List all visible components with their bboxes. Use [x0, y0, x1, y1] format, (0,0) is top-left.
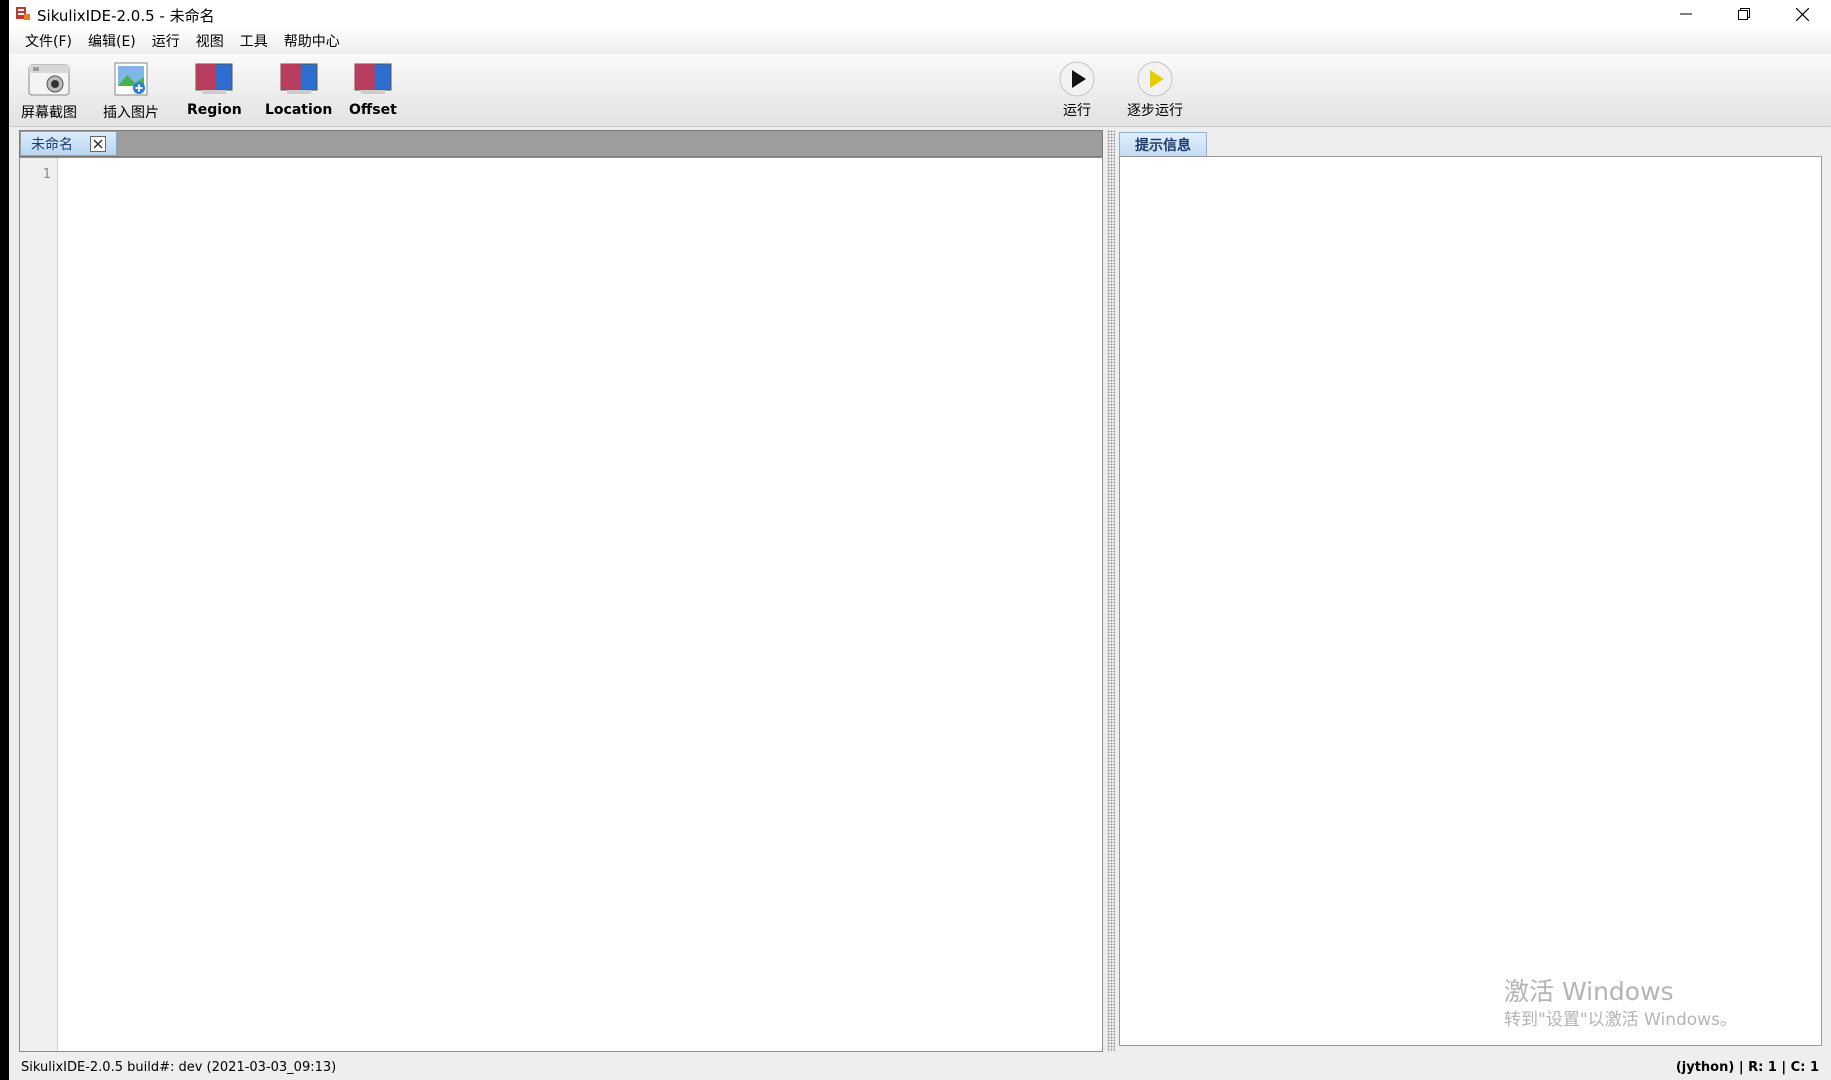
- status-build-info: SikulixIDE-2.0.5 build#: dev (2021-03-03…: [21, 1060, 337, 1075]
- insert-image-button[interactable]: 插入图片: [103, 60, 159, 122]
- location-button[interactable]: Location: [265, 60, 332, 118]
- window-title: SikulixIDE-2.0.5 - 未命名: [37, 7, 215, 25]
- toolbar: 屏幕截图 插入图片 Region Location Offset 运行 逐步运行: [9, 54, 1831, 127]
- menu-edit[interactable]: 编辑(E): [80, 29, 144, 53]
- menu-run[interactable]: 运行: [144, 29, 188, 53]
- editor-pane: 未命名 1: [19, 130, 1103, 1052]
- code-text-area[interactable]: [58, 158, 1102, 1051]
- insert-image-icon: [114, 62, 148, 96]
- menu-bar: 文件(F) 编辑(E) 运行 视图 工具 帮助中心: [9, 28, 1831, 54]
- offset-label: Offset: [349, 102, 397, 118]
- sikulix-ide-window: SikulixIDE-2.0.5 - 未命名 文件(F) 编辑(E) 运行 视图…: [9, 0, 1831, 1080]
- camera-icon: [28, 64, 70, 96]
- close-icon: [93, 139, 103, 149]
- step-play-icon: [1137, 61, 1173, 97]
- screenshot-label: 屏幕截图: [21, 105, 77, 121]
- minimize-icon: [1680, 13, 1692, 15]
- tab-messages[interactable]: 提示信息: [1119, 132, 1207, 156]
- restore-button[interactable]: [1715, 0, 1773, 28]
- message-pane: 提示信息: [1119, 132, 1822, 1046]
- status-cursor-position: (jython) | R: 1 | C: 1: [1675, 1060, 1819, 1075]
- play-icon: [1059, 61, 1095, 97]
- insert-image-label: 插入图片: [103, 105, 159, 121]
- code-editor[interactable]: 1: [19, 157, 1103, 1052]
- screenshot-button[interactable]: 屏幕截图: [21, 60, 77, 122]
- editor-tab-untitled[interactable]: 未命名: [21, 132, 117, 155]
- close-button[interactable]: [1773, 0, 1831, 28]
- minimize-button[interactable]: [1657, 0, 1715, 28]
- region-icon: [195, 63, 233, 94]
- region-label: Region: [187, 102, 242, 118]
- message-area[interactable]: [1119, 156, 1822, 1046]
- title-bar: SikulixIDE-2.0.5 - 未命名: [9, 0, 1831, 28]
- menu-tools[interactable]: 工具: [232, 29, 276, 53]
- status-bar: SikulixIDE-2.0.5 build#: dev (2021-03-03…: [9, 1056, 1831, 1080]
- step-run-button[interactable]: 逐步运行: [1127, 60, 1183, 120]
- tab-close-button[interactable]: [90, 136, 106, 152]
- offset-icon: [354, 63, 392, 94]
- sikulix-app-icon: [16, 7, 30, 20]
- editor-tab-label: 未命名: [31, 136, 73, 153]
- activation-watermark-title: 激活 Windows: [1504, 977, 1674, 1006]
- close-icon: [1795, 7, 1809, 21]
- step-run-label: 逐步运行: [1127, 103, 1183, 119]
- menu-view[interactable]: 视图: [188, 29, 232, 53]
- menu-file[interactable]: 文件(F): [17, 29, 80, 53]
- editor-tab-strip: 未命名: [19, 130, 1103, 157]
- pane-splitter[interactable]: [1107, 130, 1115, 1052]
- region-button[interactable]: Region: [187, 60, 242, 118]
- run-label: 运行: [1063, 103, 1091, 119]
- offset-button[interactable]: Offset: [349, 60, 397, 118]
- line-number-gutter: 1: [20, 158, 58, 1051]
- run-button[interactable]: 运行: [1055, 60, 1099, 120]
- location-icon: [280, 63, 318, 94]
- activation-watermark-subtitle: 转到"设置"以激活 Windows。: [1504, 1010, 1737, 1030]
- line-number: 1: [42, 167, 51, 182]
- menu-help[interactable]: 帮助中心: [276, 29, 348, 53]
- restore-icon: [1738, 8, 1750, 20]
- location-label: Location: [265, 102, 333, 118]
